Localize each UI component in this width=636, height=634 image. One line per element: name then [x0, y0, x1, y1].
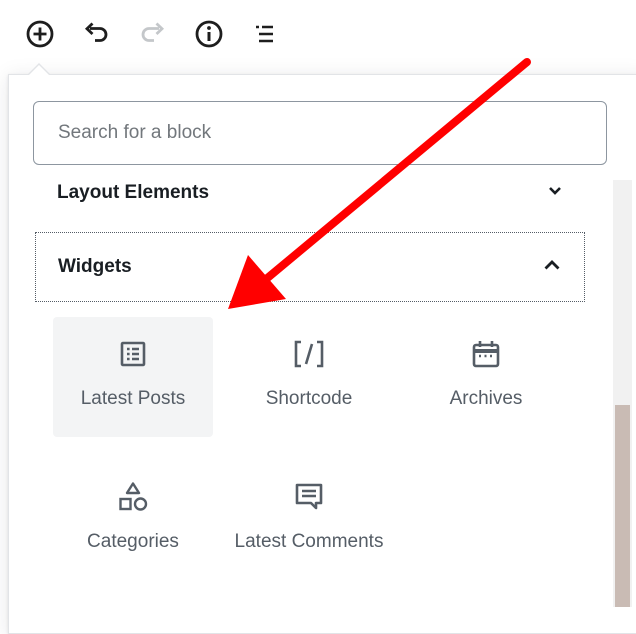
undo-button[interactable] — [76, 14, 116, 54]
redo-icon — [138, 19, 168, 49]
block-label: Archives — [449, 388, 523, 409]
chevron-down-icon — [547, 183, 563, 204]
plus-circle-icon — [25, 19, 55, 49]
popover-caret-fill — [29, 65, 49, 75]
block-latest-comments[interactable]: Latest Comments — [229, 460, 389, 580]
editor-toolbar — [0, 0, 636, 68]
block-shortcode[interactable]: Shortcode — [229, 317, 389, 437]
section-title: Widgets — [58, 256, 132, 277]
scrollbar-thumb[interactable] — [615, 405, 630, 607]
shapes-icon — [117, 482, 149, 512]
search-input[interactable] — [33, 101, 607, 165]
block-label: Latest Comments — [234, 531, 384, 552]
add-block-button[interactable] — [20, 14, 60, 54]
section-layout-elements[interactable]: Layout Elements — [35, 180, 585, 228]
info-button[interactable] — [189, 14, 229, 54]
shortcode-icon — [293, 339, 325, 369]
comment-icon — [293, 482, 325, 512]
info-icon — [194, 19, 224, 49]
redo-button[interactable] — [133, 14, 173, 54]
section-title: Layout Elements — [57, 182, 210, 203]
undo-icon — [81, 19, 111, 49]
block-navigation-button[interactable] — [245, 14, 285, 54]
calendar-icon — [471, 339, 501, 369]
chevron-up-icon — [542, 255, 562, 280]
block-label: Categories — [87, 531, 179, 552]
list-icon — [250, 19, 280, 49]
block-label: Latest Posts — [80, 388, 186, 409]
post-list-icon — [119, 339, 147, 369]
section-widgets[interactable]: Widgets — [35, 232, 585, 302]
block-categories[interactable]: Categories — [53, 460, 213, 580]
block-archives[interactable]: Archives — [406, 317, 566, 437]
block-latest-posts[interactable]: Latest Posts — [53, 317, 213, 437]
block-label: Shortcode — [265, 388, 353, 409]
block-list: Layout Elements Widgets Latest Posts Sho… — [9, 180, 613, 607]
